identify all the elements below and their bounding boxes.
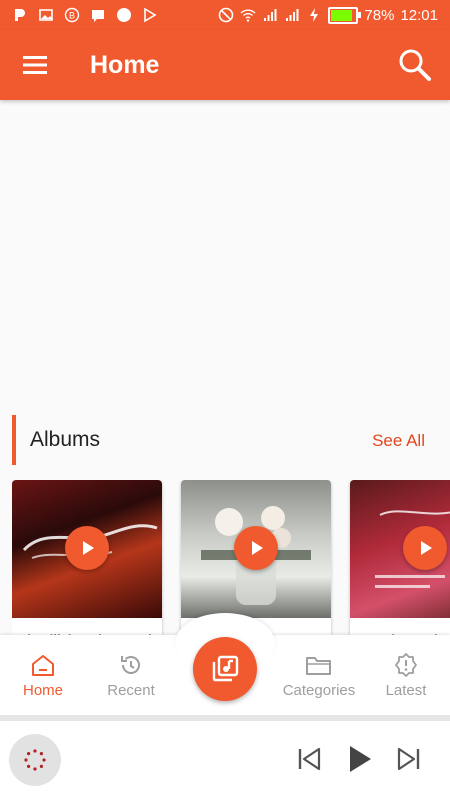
signal-icon-2 [286, 9, 299, 21]
wifi-icon [240, 9, 256, 22]
clock: 12:01 [400, 6, 438, 24]
nav-categories-label: Categories [282, 682, 356, 699]
play-button[interactable] [343, 743, 375, 775]
nav-home-label: Home [22, 682, 63, 699]
next-button[interactable] [393, 743, 425, 775]
nav-latest-label: Latest [385, 682, 427, 699]
skip-next-icon [397, 747, 420, 771]
music-library-button[interactable] [193, 637, 257, 701]
menu-button[interactable] [5, 30, 65, 100]
home-icon [32, 655, 54, 676]
app-notification-icon [15, 9, 25, 21]
nav-home[interactable]: Home [3, 653, 83, 699]
previous-button[interactable] [293, 743, 325, 775]
battery-percent: 78% [364, 6, 395, 24]
album-play-button[interactable] [403, 526, 447, 570]
skip-previous-icon [298, 747, 321, 771]
folder-icon [306, 657, 331, 675]
albums-title: Albums [30, 428, 101, 451]
music-library-icon [212, 655, 239, 682]
mini-player [0, 721, 450, 800]
b-circle-icon: B [64, 7, 80, 23]
nav-recent-label: Recent [107, 682, 155, 699]
play-icon [350, 746, 371, 772]
status-bar: B 78% 12:01 [0, 0, 450, 30]
album-play-button[interactable] [234, 526, 278, 570]
albums-header: Albums See All [0, 415, 450, 465]
album-cover [181, 480, 331, 618]
hamburger-icon [23, 56, 47, 74]
play-store-icon [144, 7, 157, 23]
bottom-navigation: Home Recent Categories Latest [0, 613, 450, 715]
loading-spinner-icon [24, 749, 46, 771]
now-playing-thumbnail[interactable] [9, 734, 61, 786]
signal-icon [264, 9, 277, 21]
nav-recent[interactable]: Recent [91, 653, 171, 699]
nav-categories[interactable]: Categories [279, 653, 359, 699]
search-icon [399, 49, 431, 81]
album-card[interactable]: Bismillah Mohammed [12, 480, 162, 640]
history-icon [121, 656, 140, 674]
play-icon [252, 541, 263, 555]
battery-icon [328, 6, 362, 24]
nav-latest[interactable]: Latest [366, 653, 446, 699]
section-accent-bar [12, 415, 16, 465]
charging-icon [310, 8, 319, 22]
play-icon [421, 541, 432, 555]
svg-text:B: B [69, 11, 75, 21]
badge-icon [395, 653, 417, 677]
do-not-disturb-icon [219, 7, 234, 23]
album-card[interactable]: Does he not know [350, 480, 450, 640]
album-cover [350, 480, 450, 618]
album-cover [12, 480, 162, 618]
play-icon [83, 541, 94, 555]
circle-icon [117, 8, 131, 22]
image-icon [39, 9, 53, 21]
page-title: Home [90, 50, 160, 79]
message-icon [92, 10, 104, 22]
album-play-button[interactable] [65, 526, 109, 570]
search-button[interactable] [385, 30, 445, 100]
app-bar: Home [0, 30, 450, 100]
see-all-link[interactable]: See All [372, 431, 425, 451]
